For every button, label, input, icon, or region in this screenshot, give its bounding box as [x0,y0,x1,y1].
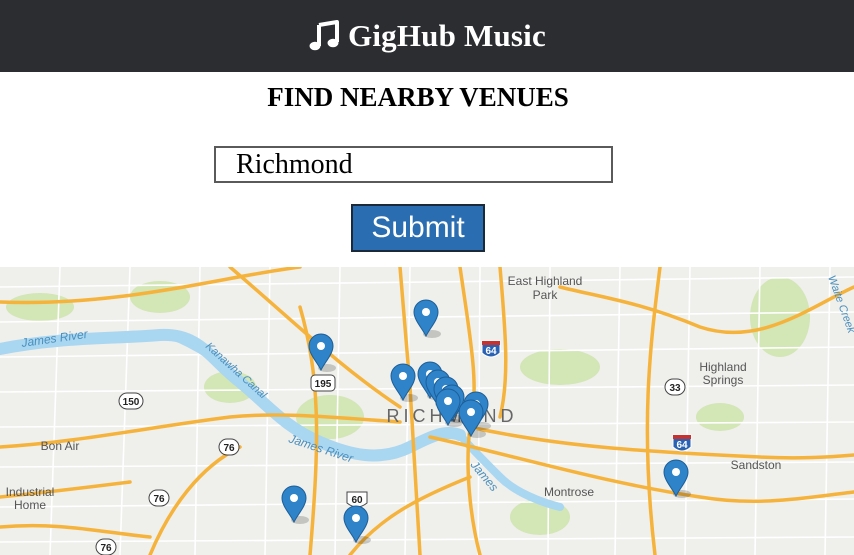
label-industrial-home-2: Home [14,498,46,512]
svg-text:33: 33 [669,383,681,394]
music-note-icon [309,20,340,51]
venue-map[interactable]: East Highland Park Highland Springs Sand… [0,267,854,555]
label-east-highland-park: East Highland [508,274,583,288]
submit-button[interactable]: Submit [351,204,485,252]
label-sandston: Sandston [731,458,782,472]
interstate-64-shield-east: 64 [672,434,692,452]
svg-text:76: 76 [223,443,235,454]
interstate-64-shield-north: 64 [481,340,501,358]
svg-text:76: 76 [100,543,112,554]
top-bar: GigHub Music [0,0,854,72]
location-search-input[interactable] [214,146,613,183]
app-title: GigHub Music [348,18,546,53]
svg-text:64: 64 [676,440,688,451]
route-195-shield: 195 [310,374,336,392]
route-76-shield-c: 76 [95,538,117,555]
label-industrial-home: Industrial [6,485,55,499]
map-canvas[interactable]: East Highland Park Highland Springs Sand… [0,267,854,555]
route-150-shield: 150 [118,392,144,410]
route-76-shield-a: 76 [218,438,240,456]
label-highland-springs: Highland [699,360,746,374]
route-76-shield-b: 76 [148,489,170,507]
svg-text:76: 76 [153,494,165,505]
svg-text:195: 195 [315,379,332,390]
svg-text:150: 150 [123,397,140,408]
label-bon-air: Bon Air [41,439,80,453]
us-60-shield: 60 [346,491,368,508]
label-east-highland-park-2: Park [533,288,559,302]
route-33-shield: 33 [664,378,686,396]
brand[interactable]: GigHub Music [308,18,546,54]
svg-text:64: 64 [485,346,497,357]
svg-text:60: 60 [351,495,363,506]
page-heading: FIND NEARBY VENUES [267,82,569,112]
label-highland-springs-2: Springs [703,373,744,387]
label-montrose: Montrose [544,485,594,499]
